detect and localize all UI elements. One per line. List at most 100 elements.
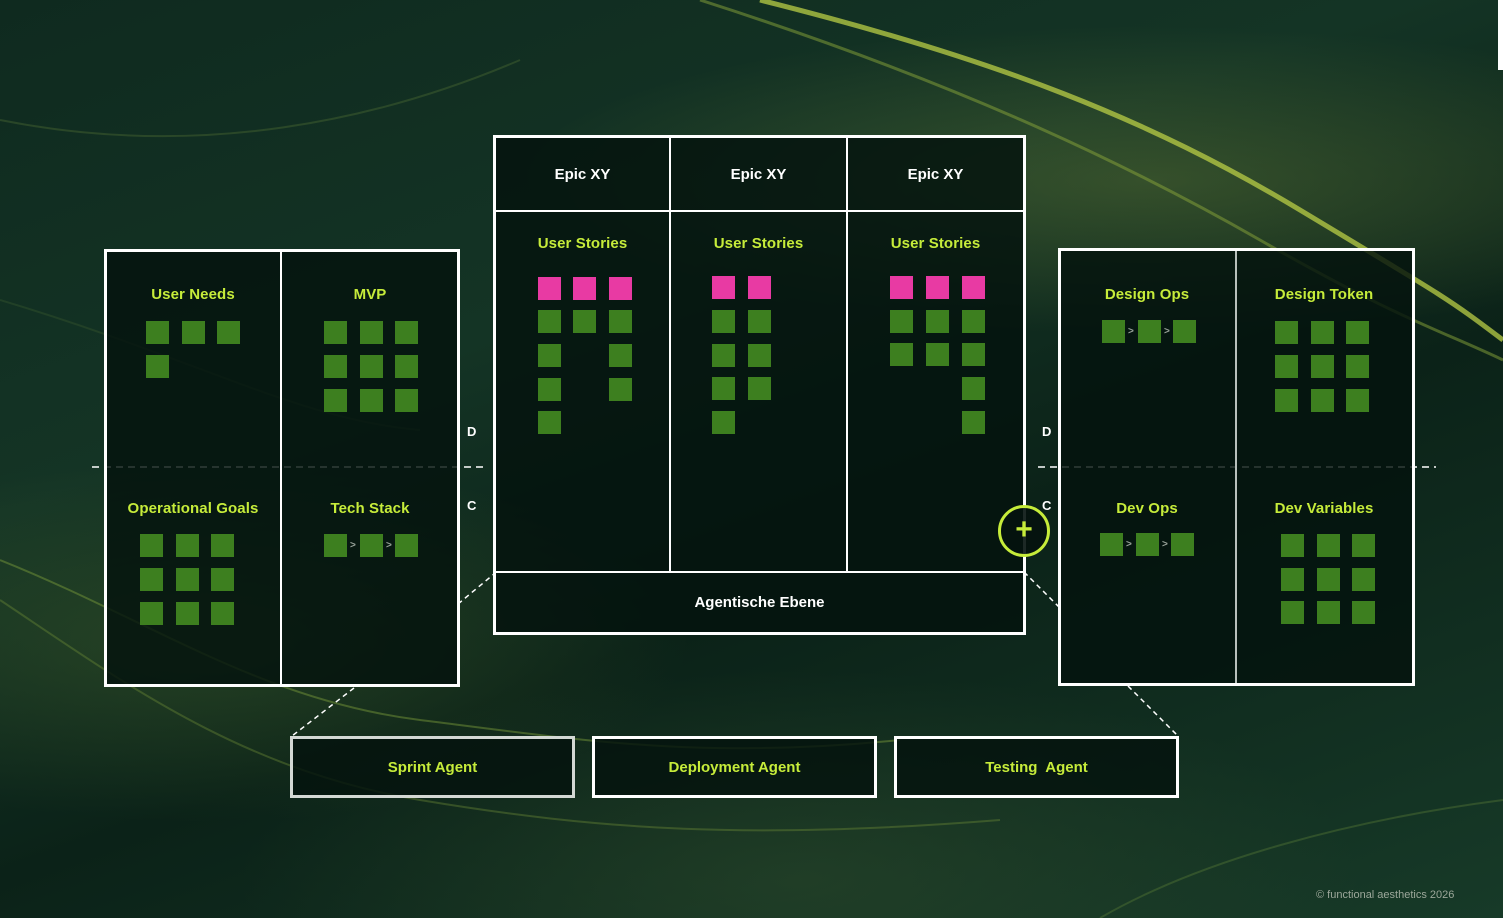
task-card <box>1136 533 1159 556</box>
story-card <box>890 343 913 366</box>
task-card <box>1171 533 1194 556</box>
marker-c-right: C <box>1042 498 1052 513</box>
testing-agent-box[interactable]: Testing Agent <box>894 736 1179 798</box>
task-card <box>1317 568 1340 591</box>
arrow-icon: > <box>1162 539 1168 550</box>
task-card <box>1346 321 1369 344</box>
task-card <box>1275 355 1298 378</box>
copyright-text: © functional aesthetics 2026 <box>1316 889 1455 901</box>
task-card <box>324 355 347 378</box>
story-card <box>573 310 596 333</box>
edge-bar <box>1498 0 1503 70</box>
task-card <box>324 389 347 412</box>
story-card <box>748 377 771 400</box>
mvp-label: MVP <box>353 286 387 303</box>
task-card <box>140 568 163 591</box>
story-card <box>712 411 735 434</box>
task-card <box>1352 601 1375 624</box>
story-card <box>538 310 561 333</box>
task-card <box>211 568 234 591</box>
task-card <box>1352 534 1375 557</box>
deployment-agent-box[interactable]: Deployment Agent <box>592 736 877 798</box>
task-card <box>176 602 199 625</box>
user-stories-label: User Stories <box>537 235 628 252</box>
task-card <box>176 568 199 591</box>
task-card <box>324 534 347 557</box>
story-card <box>962 377 985 400</box>
story-card-priority <box>712 276 735 299</box>
plus-icon[interactable]: + <box>998 505 1050 557</box>
design-ops-label: Design Ops <box>1104 286 1190 303</box>
left-panel-divider <box>280 252 282 684</box>
task-card <box>176 534 199 557</box>
right-panel-divider <box>1235 251 1237 683</box>
task-card <box>140 534 163 557</box>
task-card <box>140 602 163 625</box>
marker-c-left: C <box>467 498 477 513</box>
task-card <box>1317 534 1340 557</box>
task-card <box>360 534 383 557</box>
task-card <box>360 389 383 412</box>
task-card <box>1281 534 1304 557</box>
task-card <box>1102 320 1125 343</box>
task-card <box>217 321 240 344</box>
task-card <box>1346 389 1369 412</box>
story-card <box>748 310 771 333</box>
story-card <box>609 310 632 333</box>
task-card <box>1311 321 1334 344</box>
task-card <box>360 321 383 344</box>
operational-goals-label: Operational Goals <box>127 500 259 517</box>
task-card <box>1311 389 1334 412</box>
arrow-icon: > <box>350 540 356 551</box>
epic-column-divider <box>846 138 848 572</box>
story-card <box>712 344 735 367</box>
story-card <box>890 310 913 333</box>
task-card <box>182 321 205 344</box>
task-card <box>395 389 418 412</box>
story-card <box>748 344 771 367</box>
story-card <box>538 411 561 434</box>
tech-stack-label: Tech Stack <box>330 500 410 517</box>
arrow-icon: > <box>1164 326 1170 337</box>
marker-d-right: D <box>1042 424 1052 439</box>
user-needs-label: User Needs <box>151 286 235 303</box>
user-stories-label: User Stories <box>890 235 981 252</box>
task-card <box>1281 568 1304 591</box>
story-card-priority <box>748 276 771 299</box>
story-card-priority <box>926 276 949 299</box>
task-card <box>395 321 418 344</box>
task-card <box>324 321 347 344</box>
task-card <box>211 534 234 557</box>
task-card <box>1100 533 1123 556</box>
story-card <box>962 343 985 366</box>
task-card <box>1275 389 1298 412</box>
story-card <box>712 377 735 400</box>
story-card <box>538 344 561 367</box>
task-card <box>146 321 169 344</box>
task-card <box>211 602 234 625</box>
marker-d-left: D <box>467 424 477 439</box>
arrow-icon: > <box>386 540 392 551</box>
agentic-layer-label: Agentische Ebene <box>694 594 825 611</box>
task-card <box>1352 568 1375 591</box>
epic-title: Epic XY <box>554 166 611 183</box>
story-card <box>962 411 985 434</box>
task-card <box>1311 355 1334 378</box>
story-card-priority <box>890 276 913 299</box>
story-card <box>609 344 632 367</box>
task-card <box>360 355 383 378</box>
task-card <box>1275 321 1298 344</box>
story-card <box>926 310 949 333</box>
sprint-agent-box[interactable]: Sprint Agent <box>290 736 575 798</box>
story-card-priority <box>609 277 632 300</box>
task-card <box>1281 601 1304 624</box>
arrow-icon: > <box>1126 539 1132 550</box>
task-card <box>395 355 418 378</box>
task-card <box>1317 601 1340 624</box>
epic-title: Epic XY <box>730 166 787 183</box>
task-card <box>146 355 169 378</box>
task-card <box>1173 320 1196 343</box>
task-card <box>395 534 418 557</box>
design-token-label: Design Token <box>1274 286 1374 303</box>
story-card <box>712 310 735 333</box>
